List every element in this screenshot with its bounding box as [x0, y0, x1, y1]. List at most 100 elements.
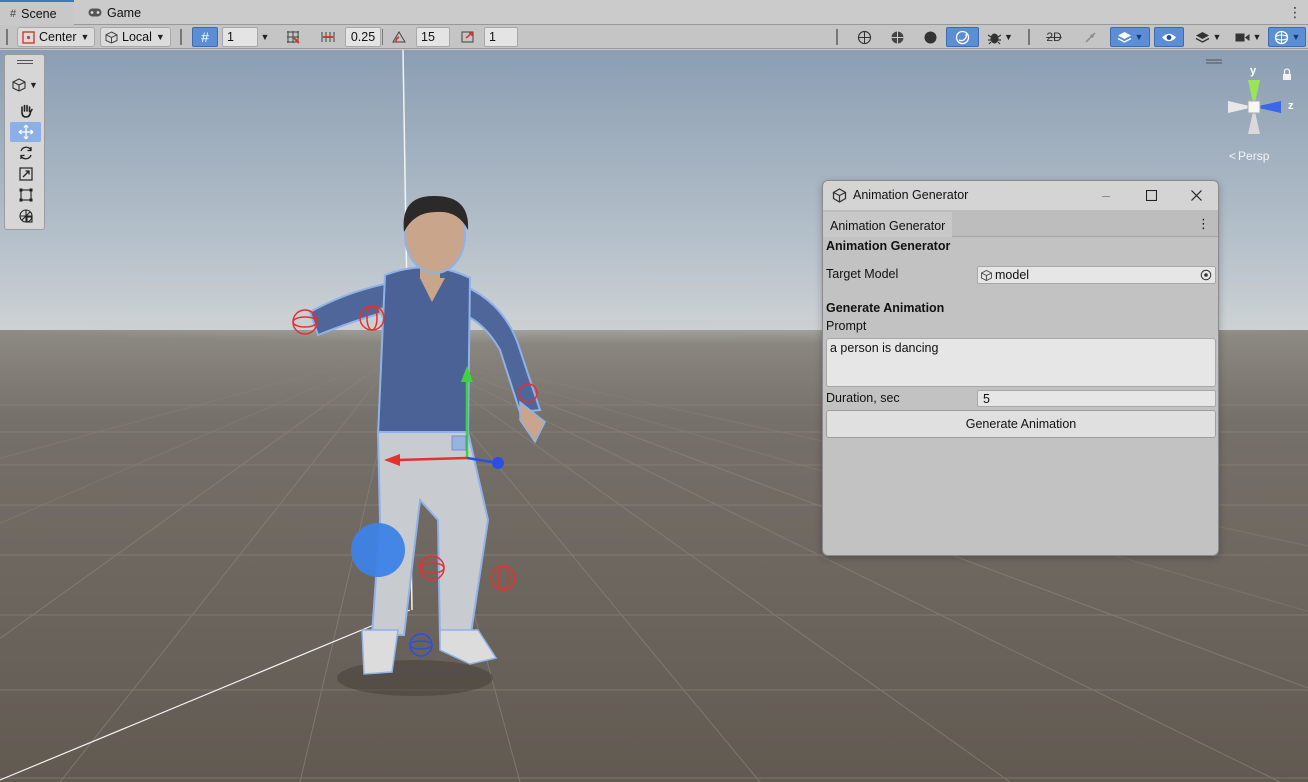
- projection-toggle[interactable]: < Persp: [1229, 149, 1269, 163]
- object-picker-icon[interactable]: [1199, 268, 1213, 282]
- grid-size-value: 1: [227, 30, 234, 44]
- toolbar-separator: [180, 29, 182, 45]
- toggle-2d-button[interactable]: 2D: [1041, 27, 1067, 47]
- window-title-bar[interactable]: Animation Generator –: [823, 181, 1218, 210]
- grid-size-field[interactable]: 1: [222, 27, 258, 47]
- rotate-snap-icon: [392, 31, 406, 43]
- rect-transform-icon: [19, 188, 32, 202]
- draw-mode-wireframe-button[interactable]: [851, 27, 877, 47]
- palette-overlay-dropdown[interactable]: ▼: [9, 75, 41, 95]
- gizmo-z-label[interactable]: z: [1288, 100, 1294, 112]
- chevron-down-icon: ▼: [1212, 32, 1222, 42]
- layers-dropdown[interactable]: ▼: [1190, 27, 1226, 47]
- cube-icon: [12, 78, 26, 92]
- maximize-icon: [1145, 189, 1157, 201]
- layers-icon: [1195, 31, 1209, 43]
- rotate-snap-field[interactable]: 15: [416, 27, 450, 47]
- tab-menu-kebab-icon[interactable]: ⋮: [1288, 4, 1302, 21]
- chevron-down-icon: ▼: [1252, 32, 1262, 42]
- gizmos-dropdown[interactable]: ▼: [1268, 27, 1306, 47]
- move-tool-button[interactable]: [10, 122, 41, 142]
- chevron-down-icon: ▼: [29, 80, 38, 90]
- toolbar-separator: [1028, 29, 1030, 45]
- rotate-snap-value: 15: [421, 30, 435, 44]
- draw-mode-shaded-button[interactable]: [917, 27, 943, 47]
- rotate-icon: [19, 146, 32, 160]
- palette-drag-handle[interactable]: [17, 60, 33, 64]
- grid-icon: #: [201, 29, 209, 45]
- camera-settings-dropdown[interactable]: ▼: [1230, 27, 1266, 47]
- generate-animation-button[interactable]: Generate Animation: [826, 410, 1216, 438]
- lit-sphere-icon: [955, 30, 970, 44]
- projection-label: Persp: [1238, 149, 1270, 163]
- rotate-tool-button[interactable]: [10, 143, 41, 163]
- window-tab-row: Animation Generator ⋮: [823, 210, 1218, 237]
- move-snap-icon-button[interactable]: [315, 27, 341, 47]
- target-model-field[interactable]: model: [977, 266, 1216, 284]
- scale-snap-icon-button[interactable]: [455, 27, 481, 47]
- toolbar-grip[interactable]: [6, 29, 8, 45]
- generate-section-header: Generate Animation: [826, 301, 945, 315]
- draw-mode-shaded-wire-button[interactable]: [884, 27, 910, 47]
- gizmo-sphere-icon: [1274, 30, 1288, 44]
- scale-snap-field[interactable]: 1: [484, 27, 518, 47]
- rect-tool-button[interactable]: [10, 185, 41, 205]
- chevron-down-icon: ▼: [260, 32, 270, 42]
- animation-generator-window: Animation Generator – Animation Generato…: [822, 180, 1219, 556]
- close-icon: [1190, 189, 1202, 201]
- layers-effect-icon: [1117, 31, 1131, 43]
- shaded-sphere-icon: [924, 31, 936, 43]
- scale-tool-button[interactable]: [10, 164, 41, 184]
- rotate-snap-icon-button[interactable]: [386, 27, 412, 47]
- grid-size-dropdown[interactable]: ▼: [258, 27, 272, 47]
- section-header: Animation Generator: [826, 239, 951, 253]
- move-snap-icon: [321, 32, 335, 42]
- toolbar-separator: [836, 29, 838, 45]
- minimize-button[interactable]: –: [1093, 185, 1119, 205]
- camera-icon: [1235, 33, 1250, 41]
- lighting-toggle-button[interactable]: [1077, 27, 1103, 47]
- chevron-down-icon: ▼: [1134, 32, 1144, 42]
- maximize-button[interactable]: [1138, 185, 1164, 205]
- scene-visibility-button[interactable]: [1154, 27, 1184, 47]
- effects-dropdown[interactable]: ▼: [1110, 27, 1150, 47]
- bug-icon: [987, 33, 1002, 44]
- eye-icon: [1162, 33, 1176, 41]
- tab-animation-generator[interactable]: Animation Generator: [823, 212, 953, 237]
- gizmo-y-label[interactable]: y: [1250, 65, 1256, 77]
- duration-field[interactable]: 5: [977, 390, 1216, 407]
- duration-label: Duration, sec: [826, 391, 900, 405]
- snap-settings-button[interactable]: [280, 27, 306, 47]
- minimize-icon: –: [1102, 187, 1110, 203]
- grid-snap-toggle[interactable]: #: [192, 27, 218, 47]
- chevron-down-icon: ▼: [80, 32, 90, 42]
- pivot-rotation-dropdown[interactable]: Local ▼: [100, 27, 171, 47]
- tab-game[interactable]: Game: [78, 0, 151, 25]
- mode-2d-icon: 2D: [1046, 30, 1062, 44]
- chevron-down-icon: ▼: [1004, 32, 1013, 42]
- target-model-label: Target Model: [826, 267, 899, 281]
- move-snap-field[interactable]: 0.25: [345, 27, 381, 47]
- hand-tool-button[interactable]: [10, 101, 41, 121]
- prompt-textarea[interactable]: a person is dancing: [826, 338, 1216, 387]
- tab-game-label: Game: [107, 5, 142, 20]
- window-kebab-icon[interactable]: ⋮: [1197, 216, 1210, 232]
- pivot-center-icon: [22, 30, 35, 44]
- gamepad-icon: [88, 6, 102, 20]
- local-cube-icon: [105, 30, 118, 44]
- scale-icon: [18, 167, 33, 181]
- chevron-down-icon: ▼: [1291, 32, 1301, 42]
- close-button[interactable]: [1183, 185, 1209, 205]
- hash-icon: #: [10, 7, 17, 20]
- chevron-down-icon: ▼: [155, 32, 165, 42]
- transform-tool-button[interactable]: [10, 206, 41, 226]
- scene-toolbar: Center ▼ Local ▼ # 1 ▼ 0.25 15 1 ▼ 2D ▼ …: [0, 25, 1308, 49]
- pivot-mode-dropdown[interactable]: Center ▼: [17, 27, 95, 47]
- draw-mode-lit-button[interactable]: [946, 27, 979, 47]
- debug-draw-dropdown[interactable]: ▼: [982, 27, 1018, 47]
- toolbar-separator: [382, 29, 383, 45]
- tool-palette: ▼: [4, 54, 45, 230]
- tab-scene[interactable]: # Scene: [0, 0, 74, 25]
- scale-snap-value: 1: [489, 30, 496, 44]
- wireframe-sphere-icon: [857, 30, 871, 44]
